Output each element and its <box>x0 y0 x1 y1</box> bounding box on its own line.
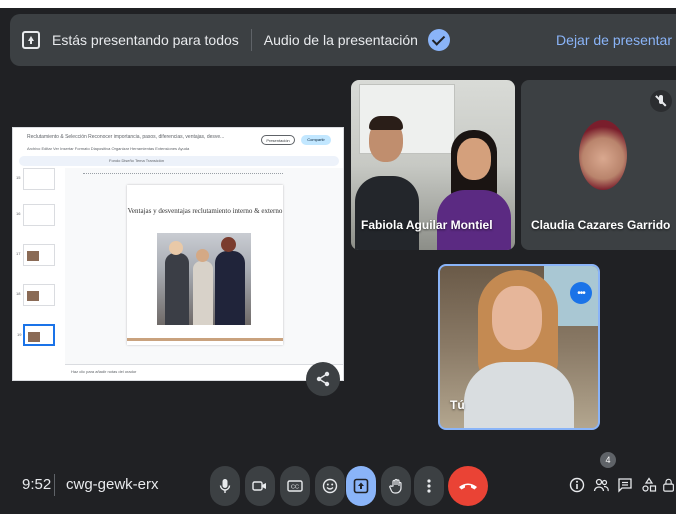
activities-icon <box>642 477 657 492</box>
people-icon <box>593 478 609 492</box>
present-button[interactable] <box>346 466 376 506</box>
people-button[interactable] <box>590 474 612 496</box>
host-controls-button[interactable] <box>662 474 676 496</box>
info-icon <box>569 477 585 493</box>
mic-muted-icon <box>650 90 672 112</box>
participant-tile[interactable]: Claudia Cazares Garrido <box>521 80 676 250</box>
slide-footer-line <box>127 338 283 341</box>
participant-name: Claudia Cazares Garrido <box>531 218 671 232</box>
self-tile[interactable]: ••• Tú <box>438 264 600 430</box>
more-options-button[interactable] <box>414 466 444 506</box>
slide-thumbnail[interactable]: 16 <box>16 204 55 226</box>
slide-thumbnail[interactable]: 17 <box>16 244 55 266</box>
share-screen-fab[interactable] <box>306 362 340 396</box>
meeting-code: cwg-gewk-erx <box>66 476 159 493</box>
share-doc-button[interactable]: Compartir <box>301 135 331 145</box>
presenting-banner: Estás presentando para todos Audio de la… <box>10 14 676 66</box>
captions-button[interactable]: CC <box>280 466 310 506</box>
footer-divider <box>54 474 55 496</box>
more-options-icon[interactable]: ••• <box>570 282 592 304</box>
raise-hand-button[interactable] <box>381 466 411 506</box>
share-icon <box>316 371 330 387</box>
presentation-audio-label: Audio de la presentación <box>263 32 418 48</box>
meeting-details-button[interactable] <box>566 474 588 496</box>
banner-divider <box>250 29 252 51</box>
current-slide[interactable]: Ventajas y desventajas reclutamiento int… <box>127 185 283 345</box>
lock-icon <box>663 478 674 492</box>
emoji-button[interactable] <box>315 466 345 506</box>
participant-name: Tú <box>450 398 465 412</box>
presenting-text: Estás presentando para todos <box>52 32 239 48</box>
clock: 9:52 <box>22 476 52 493</box>
participant-avatar <box>579 120 627 190</box>
control-bar: 9:52 cwg-gewk-erx CC <box>0 452 676 514</box>
mic-icon <box>219 479 231 493</box>
slide-thumbnail[interactable]: 15 <box>16 168 55 190</box>
leave-call-button[interactable] <box>448 466 488 506</box>
camera-button[interactable] <box>245 466 275 506</box>
presentation-audio-toggle[interactable] <box>427 29 450 51</box>
slide-thumbnail-selected[interactable]: 19 <box>17 324 55 346</box>
hand-icon <box>389 478 402 494</box>
mic-button[interactable] <box>210 466 240 506</box>
slide-thumbnail[interactable]: 18 <box>16 284 55 306</box>
slide-thumbnails: 15 16 17 18 19 <box>15 168 55 368</box>
slide-photo <box>157 233 251 325</box>
present-icon <box>353 478 369 494</box>
hangup-icon <box>459 483 477 490</box>
participant-name: Fabiola Aguilar Montiel <box>361 218 493 232</box>
emoji-icon <box>322 478 338 494</box>
people-count-badge: 4 <box>600 452 616 468</box>
svg-text:CC: CC <box>291 485 299 491</box>
slides-toolbar: Fondo Diseño Tema Transición <box>19 156 339 166</box>
captions-icon: CC <box>287 480 303 492</box>
shared-screen: Reclutamiento & Selección Reconocer impo… <box>12 127 344 381</box>
stop-presenting-button[interactable]: Dejar de presentar <box>556 32 676 48</box>
chat-icon <box>618 478 632 493</box>
slide-title: Ventajas y desventajas reclutamiento int… <box>127 207 283 215</box>
top-edge <box>0 0 676 8</box>
more-vert-icon <box>427 479 431 493</box>
present-screen-icon <box>22 31 40 49</box>
participant-tile[interactable]: Fabiola Aguilar Montiel <box>351 80 515 250</box>
activities-button[interactable] <box>638 474 660 496</box>
meet-window: Estás presentando para todos Audio de la… <box>0 0 676 514</box>
slides-menu-bar: Archivo Editar Ver Insertar Formato Diap… <box>27 146 190 151</box>
speaker-notes[interactable]: Haz clic para añadir notas del orador <box>65 364 343 378</box>
camera-icon <box>252 481 266 491</box>
slideshow-button[interactable]: Presentación <box>261 135 295 145</box>
ruler <box>83 170 283 174</box>
chat-button[interactable] <box>614 474 636 496</box>
